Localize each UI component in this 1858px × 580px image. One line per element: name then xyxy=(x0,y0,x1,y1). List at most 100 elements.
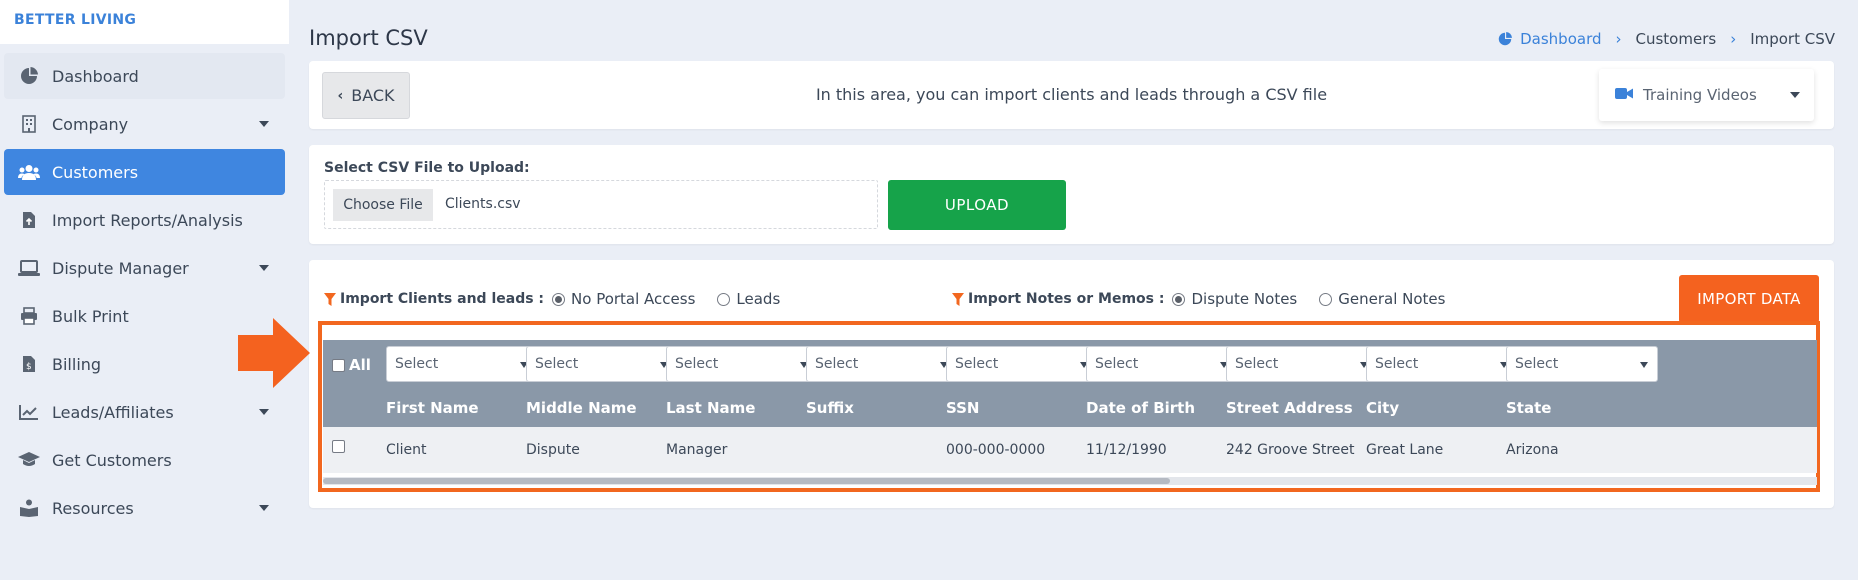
dashboard-icon xyxy=(18,65,40,87)
sidebar-nav: Dashboard Company Customers Import Repor… xyxy=(0,53,289,531)
radio-general-notes[interactable] xyxy=(1319,292,1333,306)
radio-label: Dispute Notes xyxy=(1191,290,1298,308)
sidebar-item-label: Company xyxy=(52,114,129,134)
column-header: First Name xyxy=(386,399,479,417)
sidebar-item-resources[interactable]: Resources xyxy=(4,485,285,531)
sidebar-item-dispute-manager[interactable]: Dispute Manager xyxy=(4,245,285,291)
column-mapping-select[interactable]: Select xyxy=(666,346,818,382)
video-camera-icon xyxy=(1615,86,1633,104)
building-icon xyxy=(18,113,40,135)
table-cell: 242 Groove Street xyxy=(1226,442,1355,458)
toolbar-card: ‹ BACK In this area, you can import clie… xyxy=(309,61,1834,129)
table-cell: Great Lane xyxy=(1366,442,1444,458)
column-mapping-select[interactable]: Select xyxy=(806,346,958,382)
column-header: Date of Birth xyxy=(1086,399,1196,417)
sidebar-item-import-reports[interactable]: Import Reports/Analysis xyxy=(4,197,285,243)
upload-button[interactable]: UPLOAD xyxy=(888,180,1066,230)
breadcrumb-dashboard[interactable]: Dashboard xyxy=(1520,30,1601,48)
import-data-button[interactable]: IMPORT DATA xyxy=(1679,275,1819,323)
column-mapping-select[interactable]: Select xyxy=(1506,346,1658,382)
checkbox[interactable] xyxy=(332,358,345,372)
table-cell: Arizona xyxy=(1506,442,1559,458)
users-icon xyxy=(18,161,40,183)
column-header: State xyxy=(1506,399,1552,417)
chart-line-icon xyxy=(18,401,40,423)
clients-import-options: Import Clients and leads : No Portal Acc… xyxy=(324,290,802,308)
sidebar-item-label: Dashboard xyxy=(52,66,139,86)
column-header: Middle Name xyxy=(526,399,637,417)
sidebar-item-customers[interactable]: Customers xyxy=(4,149,285,195)
file-input[interactable]: Choose File Clients.csv xyxy=(324,180,878,229)
graduation-cap-icon xyxy=(18,449,40,471)
mapping-row: All Select Select Select Select Select S… xyxy=(323,340,1817,387)
chevron-down-icon xyxy=(259,409,269,415)
sidebar-item-get-customers[interactable]: Get Customers xyxy=(4,437,285,483)
column-mapping-select[interactable]: Select xyxy=(1366,346,1518,382)
column-header: Street Address xyxy=(1226,399,1353,417)
column-mapping-select[interactable]: Select xyxy=(1226,346,1378,382)
select-all-label: All xyxy=(349,356,371,374)
sidebar-item-label: Import Reports/Analysis xyxy=(52,210,243,230)
notes-import-options: Import Notes or Memos : Dispute Notes Ge… xyxy=(952,290,1467,308)
svg-text:$: $ xyxy=(26,362,32,372)
import-table: All Select Select Select Select Select S… xyxy=(323,340,1817,485)
column-mapping-select[interactable]: Select xyxy=(526,346,678,382)
row-checkbox[interactable] xyxy=(332,440,345,453)
table-header: First Name Middle Name Last Name Suffix … xyxy=(323,387,1817,427)
radio-leads[interactable] xyxy=(717,292,731,306)
choose-file-button[interactable]: Choose File xyxy=(333,189,433,221)
breadcrumb-current: Import CSV xyxy=(1750,30,1835,48)
book-reader-icon xyxy=(18,497,40,519)
table-cell: 000-000-0000 xyxy=(946,442,1046,458)
upload-card: Select CSV File to Upload: Choose File C… xyxy=(309,145,1834,244)
column-mapping-select[interactable]: Select xyxy=(1086,346,1238,382)
sidebar-item-dashboard[interactable]: Dashboard xyxy=(4,53,285,99)
sidebar-item-label: Resources xyxy=(52,498,134,518)
notes-import-label: Import Notes or Memos : xyxy=(968,291,1165,307)
filter-icon xyxy=(324,292,336,306)
chevron-down-icon xyxy=(259,505,269,511)
sidebar-item-company[interactable]: Company xyxy=(4,101,285,147)
column-header: SSN xyxy=(946,399,980,417)
filter-icon xyxy=(952,292,964,306)
radio-no-portal-access[interactable] xyxy=(552,292,566,306)
table-cell: 11/12/1990 xyxy=(1086,442,1167,458)
chevron-right-icon: › xyxy=(1615,30,1622,48)
brand-logo[interactable]: BETTER LIVING xyxy=(0,0,289,44)
column-header: Suffix xyxy=(806,399,854,417)
dashboard-icon xyxy=(1498,32,1513,46)
chevron-down-icon xyxy=(259,265,269,271)
horizontal-scrollbar[interactable] xyxy=(323,477,1817,485)
radio-label: No Portal Access xyxy=(571,290,696,308)
radio-dispute-notes[interactable] xyxy=(1172,292,1186,306)
sidebar-item-leads-affiliates[interactable]: Leads/Affiliates xyxy=(4,389,285,435)
sidebar-item-label: Billing xyxy=(52,354,102,374)
table-row: Client Dispute Manager 000-000-0000 11/1… xyxy=(323,427,1817,473)
breadcrumb-customers[interactable]: Customers xyxy=(1636,30,1717,48)
chevron-down-icon xyxy=(259,121,269,127)
radio-label: Leads xyxy=(736,290,781,308)
radio-label: General Notes xyxy=(1338,290,1446,308)
file-import-icon xyxy=(18,209,40,231)
print-icon xyxy=(18,305,40,327)
training-videos-dropdown[interactable]: Training Videos xyxy=(1599,69,1814,121)
sidebar-item-label: Customers xyxy=(52,162,139,182)
clients-import-label: Import Clients and leads : xyxy=(340,291,545,307)
column-mapping-select[interactable]: Select xyxy=(386,346,538,382)
invoice-icon: $ xyxy=(18,353,40,375)
chevron-right-icon: › xyxy=(1730,30,1737,48)
table-cell: Dispute xyxy=(526,442,580,458)
sidebar-item-label: Bulk Print xyxy=(52,306,129,326)
file-name: Clients.csv xyxy=(445,196,521,212)
sidebar-item-label: Dispute Manager xyxy=(52,258,189,278)
column-mapping-select[interactable]: Select xyxy=(946,346,1098,382)
table-cell: Client xyxy=(386,442,427,458)
sidebar-item-label: Get Customers xyxy=(52,450,172,470)
chevron-down-icon xyxy=(1790,92,1800,98)
training-videos-label: Training Videos xyxy=(1643,86,1757,104)
select-all-checkbox[interactable]: All xyxy=(332,356,371,374)
scrollbar-thumb[interactable] xyxy=(323,478,1170,484)
sidebar-item-label: Leads/Affiliates xyxy=(52,402,174,422)
table-cell: Manager xyxy=(666,442,728,458)
page-title: Import CSV xyxy=(309,26,428,50)
